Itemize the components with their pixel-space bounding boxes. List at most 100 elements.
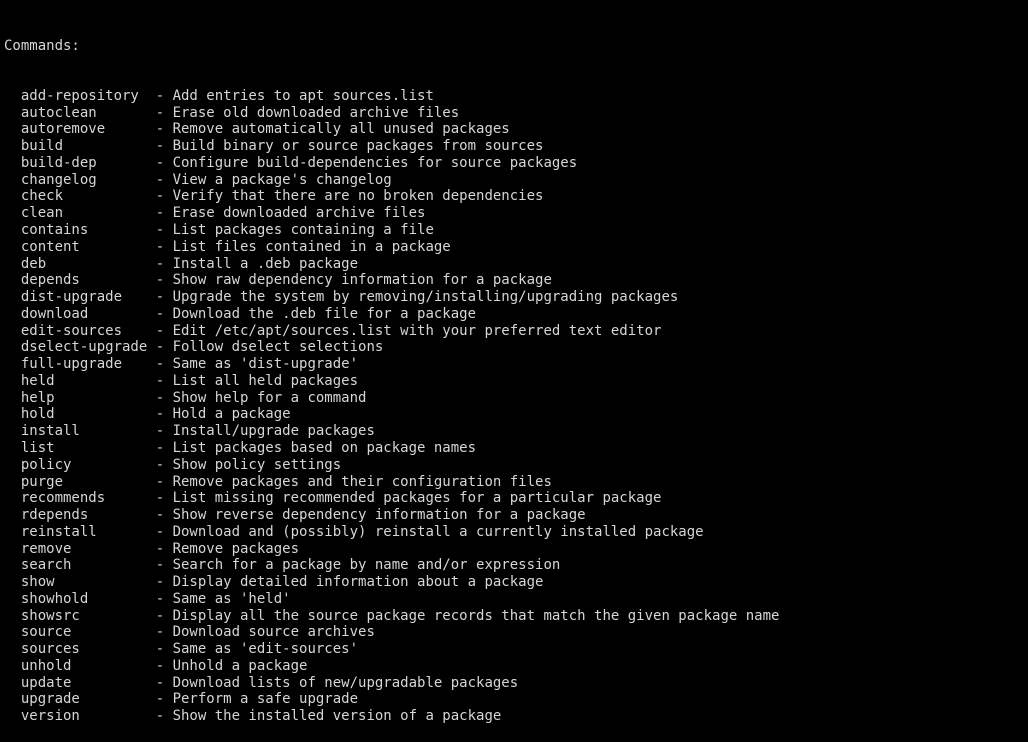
command-name: reinstall — [4, 523, 156, 540]
command-description: Display detailed information about a pac… — [172, 574, 544, 591]
command-row: source - Download source archives — [4, 624, 1028, 641]
command-row: changelog - View a package's changelog — [4, 172, 1028, 189]
terminal-output: Commands: add-repository - Add entries t… — [0, 0, 1028, 724]
command-description: List all held packages — [172, 372, 359, 389]
command-name: content — [4, 238, 156, 255]
command-separator-dash: - — [155, 473, 173, 490]
command-row: content - List files contained in a pack… — [4, 239, 1028, 256]
command-name: install — [4, 423, 156, 440]
command-description: Show help for a command — [172, 389, 367, 406]
command-name: clean — [4, 205, 156, 222]
command-separator-dash: - — [155, 255, 173, 272]
command-name: sources — [4, 641, 156, 658]
command-name: build — [4, 138, 156, 155]
command-description: Show raw dependency information for a pa… — [172, 272, 552, 289]
command-row: download - Download the .deb file for a … — [4, 306, 1028, 323]
command-description: Show reverse dependency information for … — [172, 507, 586, 524]
command-description: Show the installed version of a package — [172, 708, 502, 725]
command-list: add-repository - Add entries to apt sour… — [4, 88, 1028, 725]
command-description: Add entries to apt sources.list — [172, 87, 434, 104]
command-row: recommends - List missing recommended pa… — [4, 490, 1028, 507]
command-separator-dash: - — [155, 540, 173, 557]
command-description: Remove packages — [172, 540, 300, 557]
command-row: purge - Remove packages and their config… — [4, 474, 1028, 491]
command-description: Same as 'dist-upgrade' — [172, 356, 359, 373]
command-row: build - Build binary or source packages … — [4, 138, 1028, 155]
command-description: Install/upgrade packages — [172, 423, 375, 440]
command-description: Follow dselect selections — [172, 339, 384, 356]
command-name: dselect-upgrade — [4, 339, 156, 356]
command-separator-dash: - — [155, 238, 173, 255]
command-row: update - Download lists of new/upgradabl… — [4, 675, 1028, 692]
command-description: Perform a safe upgrade — [172, 691, 359, 708]
command-separator-dash: - — [155, 356, 173, 373]
command-description: Erase old downloaded archive files — [172, 104, 460, 121]
command-separator-dash: - — [155, 607, 173, 624]
command-name: help — [4, 389, 156, 406]
command-separator-dash: - — [155, 222, 173, 239]
command-separator-dash: - — [155, 590, 173, 607]
command-row: dselect-upgrade - Follow dselect selecti… — [4, 339, 1028, 356]
command-row: showsrc - Display all the source package… — [4, 608, 1028, 625]
command-name: rdepends — [4, 507, 156, 524]
command-separator-dash: - — [155, 171, 173, 188]
command-separator-dash: - — [155, 188, 173, 205]
command-name: update — [4, 674, 156, 691]
command-separator-dash: - — [155, 305, 173, 322]
command-row: version - Show the installed version of … — [4, 708, 1028, 725]
command-description: Erase downloaded archive files — [172, 205, 426, 222]
command-description: Display all the source package records t… — [172, 607, 780, 624]
command-row: add-repository - Add entries to apt sour… — [4, 88, 1028, 105]
command-row: depends - Show raw dependency informatio… — [4, 272, 1028, 289]
command-description: Upgrade the system by removing/installin… — [172, 289, 679, 306]
command-name: check — [4, 188, 156, 205]
command-description: Edit /etc/apt/sources.list with your pre… — [172, 322, 662, 339]
command-description: List files contained in a package — [172, 238, 451, 255]
command-separator-dash: - — [155, 289, 173, 306]
command-row: edit-sources - Edit /etc/apt/sources.lis… — [4, 323, 1028, 340]
command-description: Unhold a package — [172, 657, 308, 674]
command-separator-dash: - — [155, 339, 173, 356]
command-row: help - Show help for a command — [4, 390, 1028, 407]
command-separator-dash: - — [155, 657, 173, 674]
command-row: hold - Hold a package — [4, 406, 1028, 423]
command-separator-dash: - — [155, 456, 173, 473]
command-name: contains — [4, 222, 156, 239]
command-row: full-upgrade - Same as 'dist-upgrade' — [4, 356, 1028, 373]
commands-heading: Commands: — [4, 37, 80, 54]
command-separator-dash: - — [155, 624, 173, 641]
command-name: recommends — [4, 490, 156, 507]
command-name: autoremove — [4, 121, 156, 138]
command-separator-dash: - — [155, 138, 173, 155]
command-separator-dash: - — [155, 272, 173, 289]
command-name: held — [4, 372, 156, 389]
command-separator-dash: - — [155, 423, 173, 440]
command-row: autoclean - Erase old downloaded archive… — [4, 105, 1028, 122]
command-name: purge — [4, 473, 156, 490]
command-separator-dash: - — [155, 87, 173, 104]
command-description: Build binary or source packages from sou… — [172, 138, 544, 155]
command-separator-dash: - — [155, 523, 173, 540]
command-row: autoremove - Remove automatically all un… — [4, 121, 1028, 138]
command-name: add-repository — [4, 87, 156, 104]
command-name: showsrc — [4, 607, 156, 624]
command-row: remove - Remove packages — [4, 541, 1028, 558]
command-description: Hold a package — [172, 406, 291, 423]
command-name: showhold — [4, 590, 156, 607]
command-separator-dash: - — [155, 490, 173, 507]
command-description: Configure build-dependencies for source … — [172, 154, 578, 171]
command-name: hold — [4, 406, 156, 423]
command-row: clean - Erase downloaded archive files — [4, 205, 1028, 222]
command-description: List packages based on package names — [172, 439, 477, 456]
command-name: list — [4, 439, 156, 456]
command-name: changelog — [4, 171, 156, 188]
command-row: showhold - Same as 'held' — [4, 591, 1028, 608]
command-separator-dash: - — [155, 641, 173, 658]
command-description: Same as 'held' — [172, 590, 291, 607]
command-name: depends — [4, 272, 156, 289]
command-separator-dash: - — [155, 406, 173, 423]
command-name: download — [4, 305, 156, 322]
command-name: policy — [4, 456, 156, 473]
command-row: install - Install/upgrade packages — [4, 423, 1028, 440]
command-description: Download and (possibly) reinstall a curr… — [172, 523, 704, 540]
